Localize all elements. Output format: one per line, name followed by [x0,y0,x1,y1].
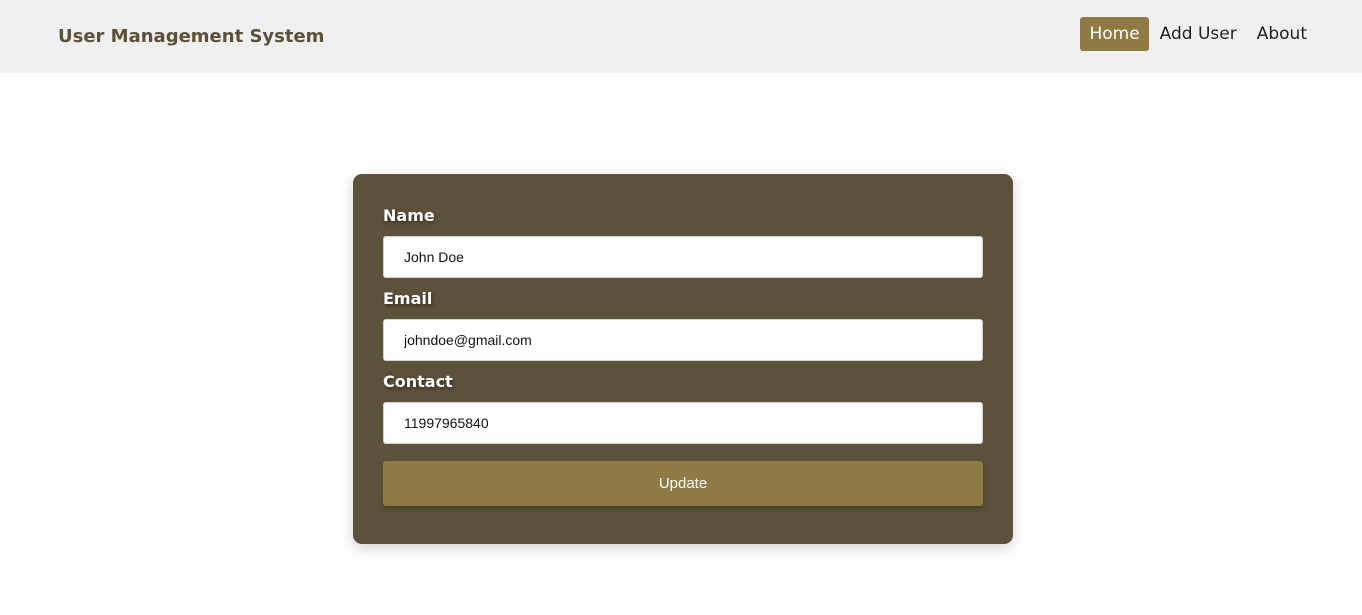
nav-home-link[interactable]: Home [1080,17,1149,51]
email-input[interactable] [383,319,983,361]
update-button[interactable]: Update [383,461,983,506]
name-input[interactable] [383,236,983,278]
edit-user-form: Name Email Contact Update [353,174,1013,544]
main-nav: Home Add User About [1080,17,1316,51]
top-navbar: User Management System Home Add User Abo… [0,0,1362,73]
email-label: Email [383,289,433,308]
contact-input[interactable] [383,402,983,444]
nav-about-link[interactable]: About [1248,17,1316,51]
nav-add-user-link[interactable]: Add User [1151,17,1246,51]
brand-title[interactable]: User Management System [58,26,324,47]
name-label: Name [383,206,435,225]
contact-label: Contact [383,372,453,391]
